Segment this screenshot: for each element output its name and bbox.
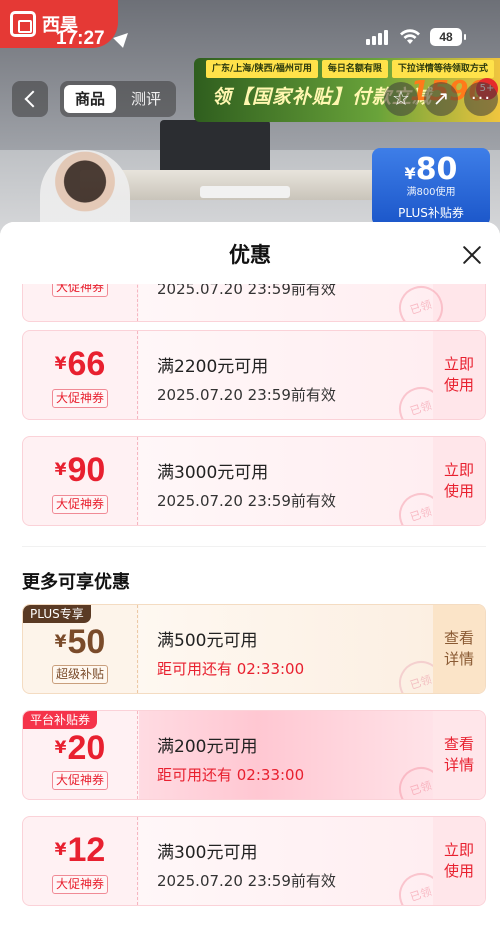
use-now-button[interactable]: 立即 使用 (433, 817, 485, 905)
plus-coupon-label: PLUS补贴券 (398, 206, 464, 220)
coupon-card[interactable]: ¥90 大促神券 满3000元可用 2025.07.20 23:59前有效 已领… (22, 436, 486, 526)
coupon-card-partial[interactable]: 大促神券 2025.07.20 23:59前有效 已领 (22, 280, 486, 322)
coupon-value: 90 (67, 451, 106, 489)
coupon-tag: 大促神券 (52, 389, 109, 408)
coupon-amount: ¥90 (23, 451, 137, 490)
coupon-tag: 大促神券 (52, 875, 109, 894)
coupon-value: 66 (67, 345, 106, 383)
coupon-amount: ¥12 (23, 831, 137, 870)
coupon-value: 50 (67, 623, 106, 661)
coupon-countdown: 距可用还有 02:33:00 (157, 766, 305, 784)
coupon-middle: 满3000元可用 2025.07.20 23:59前有效 (139, 437, 435, 525)
tab-product[interactable]: 商品 (64, 85, 116, 113)
coupon-condition: 满200元可用 (157, 737, 258, 757)
use-now-button[interactable]: 立即 使用 (433, 331, 485, 419)
coupon-middle: 满500元可用 距可用还有 02:33:00 (139, 605, 435, 693)
use-now-button[interactable]: 立即 使用 (433, 437, 485, 525)
product-photo-keyboard (200, 186, 290, 198)
back-button[interactable] (12, 81, 48, 117)
currency-symbol: ¥ (404, 164, 416, 183)
view-details-button[interactable]: 查看 详情 (433, 711, 485, 799)
coupon-tag: 大促神券 (52, 771, 109, 790)
plus-coupon-value: 80 (415, 152, 458, 187)
coupon-card[interactable]: ¥66 大促神券 满2200元可用 2025.07.20 23:59前有效 已领… (22, 330, 486, 420)
coupon-card[interactable]: ¥12 大促神券 满300元可用 2025.07.20 23:59前有效 已领 … (22, 816, 486, 906)
plus-coupon-condition: 满800使用 (406, 187, 456, 198)
product-page-background: 西昊 17:27 48 商品 测评 广东/上海/陕西/福州可用 每日名额有限 下… (0, 0, 500, 240)
coupon-validity: 2025.07.20 23:59前有效 (157, 492, 336, 510)
coupon-card-plus[interactable]: ¥50 超级补贴 PLUS专享 满500元可用 距可用还有 02:33:00 已… (22, 604, 486, 694)
coupon-middle: 满300元可用 2025.07.20 23:59前有效 (139, 817, 435, 905)
coupon-condition: 满500元可用 (157, 631, 258, 651)
coupon-left: ¥66 大促神券 (23, 331, 138, 419)
coupon-middle: 满200元可用 距可用还有 02:33:00 (139, 711, 435, 799)
close-icon[interactable] (460, 243, 484, 267)
banner-chip: 广东/上海/陕西/福州可用 (206, 60, 318, 78)
currency-symbol: ¥ (54, 632, 67, 652)
share-icon[interactable]: ↗ (424, 82, 458, 116)
status-time: 17:27 (56, 28, 105, 49)
coupon-tag: 超级补贴 (52, 665, 109, 684)
coupon-amount: ¥50 (23, 623, 137, 662)
currency-symbol: ¥ (54, 354, 67, 374)
coupon-left: 大促神券 (23, 280, 138, 321)
coupon-middle: 2025.07.20 23:59前有效 (139, 280, 435, 321)
coupon-countdown: 距可用还有 02:33:00 (157, 660, 305, 678)
plus-coupon-amount: ¥80 (372, 148, 490, 187)
coupon-value: 12 (67, 831, 106, 869)
banner-chip: 每日名额有限 (321, 60, 388, 78)
currency-symbol: ¥ (54, 460, 67, 480)
wifi-icon (400, 29, 420, 44)
currency-symbol: ¥ (54, 738, 67, 758)
more-offers-title: 更多可享优惠 (22, 572, 130, 593)
coupon-value: 20 (67, 729, 106, 767)
plus-exclusive-badge: PLUS专享 (23, 605, 91, 623)
view-details-button[interactable]: 查看 详情 (433, 605, 485, 693)
battery-indicator: 48 (430, 28, 466, 46)
coupon-bottom-sheet: 优惠 大促神券 2025.07.20 23:59前有效 已领 ¥66 大促神券 … (0, 222, 500, 929)
brand-logo-icon (10, 11, 36, 37)
coupon-tag: 大促神券 (52, 495, 109, 514)
sheet-title: 优惠 (229, 243, 271, 267)
more-options-icon[interactable]: ··· (464, 82, 498, 116)
coupon-condition: 满3000元可用 (157, 463, 269, 483)
cellular-signal-icon (366, 30, 388, 45)
tab-reviews[interactable]: 测评 (120, 85, 172, 113)
coupon-amount: ¥66 (23, 345, 137, 384)
sheet-header: 优惠 (0, 222, 500, 284)
coupon-condition: 满300元可用 (157, 843, 258, 863)
coupon-validity: 2025.07.20 23:59前有效 (157, 386, 336, 404)
favorite-star-icon[interactable]: ☆ (384, 82, 418, 116)
coupon-card-platform[interactable]: ¥20 大促神券 平台补贴券 满200元可用 距可用还有 02:33:00 已领… (22, 710, 486, 800)
coupon-left: ¥90 大促神券 (23, 437, 138, 525)
coupon-validity: 2025.07.20 23:59前有效 (157, 872, 336, 890)
plus-subsidy-coupon-preview[interactable]: ¥80 满800使用 PLUS补贴券 (372, 148, 490, 226)
section-divider (22, 546, 486, 547)
coupon-condition: 满2200元可用 (157, 357, 269, 377)
product-tabs: 商品 测评 (60, 81, 176, 117)
coupon-left: ¥12 大促神券 (23, 817, 138, 905)
coupon-middle: 满2200元可用 2025.07.20 23:59前有效 (139, 331, 435, 419)
currency-symbol: ¥ (54, 840, 67, 860)
platform-subsidy-badge: 平台补贴券 (23, 711, 98, 729)
coupon-amount: ¥20 (23, 729, 137, 768)
